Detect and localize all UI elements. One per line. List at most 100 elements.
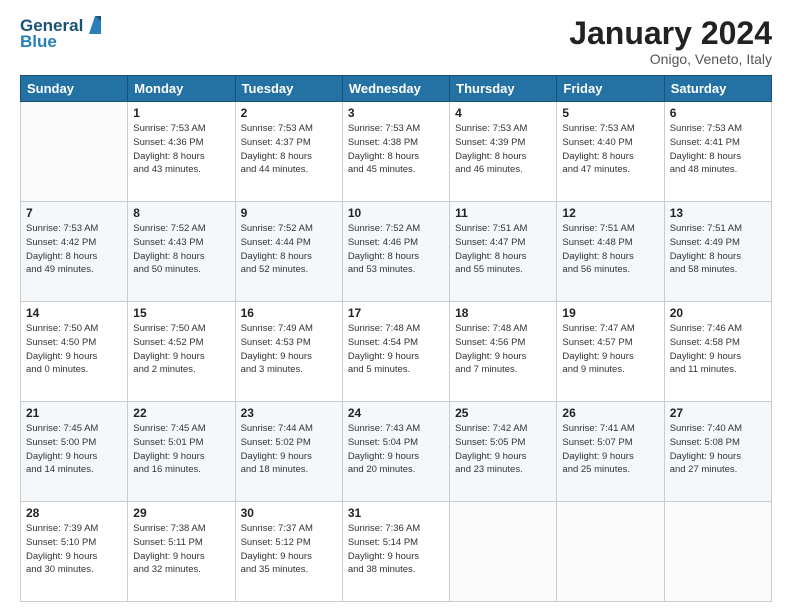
calendar-cell	[450, 502, 557, 602]
month-title: January 2024	[569, 16, 772, 51]
calendar-cell: 25 Sunrise: 7:42 AMSunset: 5:05 PMDayligh…	[450, 402, 557, 502]
day-number: 10	[348, 206, 444, 220]
day-number: 7	[26, 206, 122, 220]
day-info: Sunrise: 7:48 AMSunset: 4:56 PMDaylight:…	[455, 322, 551, 377]
logo: General Blue	[20, 16, 105, 52]
day-number: 21	[26, 406, 122, 420]
day-number: 23	[241, 406, 337, 420]
day-info: Sunrise: 7:53 AMSunset: 4:38 PMDaylight:…	[348, 122, 444, 177]
day-number: 5	[562, 106, 658, 120]
calendar-cell: 27 Sunrise: 7:40 AMSunset: 5:08 PMDayligh…	[664, 402, 771, 502]
week-row-2: 14 Sunrise: 7:50 AMSunset: 4:50 PMDayligh…	[21, 302, 772, 402]
day-info: Sunrise: 7:45 AMSunset: 5:00 PMDaylight:…	[26, 422, 122, 477]
calendar-cell	[21, 102, 128, 202]
day-number: 9	[241, 206, 337, 220]
day-number: 14	[26, 306, 122, 320]
day-number: 6	[670, 106, 766, 120]
calendar-cell: 1 Sunrise: 7:53 AMSunset: 4:36 PMDaylight…	[128, 102, 235, 202]
day-number: 19	[562, 306, 658, 320]
week-row-0: 1 Sunrise: 7:53 AMSunset: 4:36 PMDaylight…	[21, 102, 772, 202]
day-info: Sunrise: 7:48 AMSunset: 4:54 PMDaylight:…	[348, 322, 444, 377]
calendar-cell: 24 Sunrise: 7:43 AMSunset: 5:04 PMDayligh…	[342, 402, 449, 502]
calendar-cell: 12Sunrise: 7:51 AMSunset: 4:48 PMDayligh…	[557, 202, 664, 302]
day-number: 25	[455, 406, 551, 420]
logo-blue: Blue	[20, 32, 57, 52]
day-number: 24	[348, 406, 444, 420]
day-info: Sunrise: 7:40 AMSunset: 5:08 PMDaylight:…	[670, 422, 766, 477]
day-info: Sunrise: 7:46 AMSunset: 4:58 PMDaylight:…	[670, 322, 766, 377]
day-info: Sunrise: 7:41 AMSunset: 5:07 PMDaylight:…	[562, 422, 658, 477]
calendar-cell: 6 Sunrise: 7:53 AMSunset: 4:41 PMDaylight…	[664, 102, 771, 202]
day-number: 26	[562, 406, 658, 420]
day-number: 11	[455, 206, 551, 220]
week-row-1: 7 Sunrise: 7:53 AMSunset: 4:42 PMDaylight…	[21, 202, 772, 302]
day-number: 22	[133, 406, 229, 420]
calendar-cell: 16 Sunrise: 7:49 AMSunset: 4:53 PMDayligh…	[235, 302, 342, 402]
day-info: Sunrise: 7:37 AMSunset: 5:12 PMDaylight:…	[241, 522, 337, 577]
logo-triangle-icon	[85, 16, 105, 36]
calendar-cell: 9 Sunrise: 7:52 AMSunset: 4:44 PMDaylight…	[235, 202, 342, 302]
calendar-cell: 23 Sunrise: 7:44 AMSunset: 5:02 PMDayligh…	[235, 402, 342, 502]
calendar-cell: 28Sunrise: 7:39 AMSunset: 5:10 PMDayligh…	[21, 502, 128, 602]
day-info: Sunrise: 7:53 AMSunset: 4:36 PMDaylight:…	[133, 122, 229, 177]
calendar-cell: 31Sunrise: 7:36 AMSunset: 5:14 PMDayligh…	[342, 502, 449, 602]
day-info: Sunrise: 7:42 AMSunset: 5:05 PMDaylight:…	[455, 422, 551, 477]
calendar-cell: 7 Sunrise: 7:53 AMSunset: 4:42 PMDaylight…	[21, 202, 128, 302]
week-row-4: 28Sunrise: 7:39 AMSunset: 5:10 PMDayligh…	[21, 502, 772, 602]
day-info: Sunrise: 7:50 AMSunset: 4:50 PMDaylight:…	[26, 322, 122, 377]
day-info: Sunrise: 7:52 AMSunset: 4:44 PMDaylight:…	[241, 222, 337, 277]
day-info: Sunrise: 7:47 AMSunset: 4:57 PMDaylight:…	[562, 322, 658, 377]
calendar-cell: 26 Sunrise: 7:41 AMSunset: 5:07 PMDayligh…	[557, 402, 664, 502]
day-info: Sunrise: 7:44 AMSunset: 5:02 PMDaylight:…	[241, 422, 337, 477]
calendar-cell: 8 Sunrise: 7:52 AMSunset: 4:43 PMDaylight…	[128, 202, 235, 302]
day-number: 3	[348, 106, 444, 120]
logo-svg: General Blue	[20, 16, 105, 52]
day-info: Sunrise: 7:50 AMSunset: 4:52 PMDaylight:…	[133, 322, 229, 377]
calendar-table: Sunday Monday Tuesday Wednesday Thursday…	[20, 75, 772, 602]
calendar-cell: 29 Sunrise: 7:38 AMSunset: 5:11 PMDayligh…	[128, 502, 235, 602]
day-info: Sunrise: 7:53 AMSunset: 4:41 PMDaylight:…	[670, 122, 766, 177]
calendar-cell: 21 Sunrise: 7:45 AMSunset: 5:00 PMDayligh…	[21, 402, 128, 502]
day-info: Sunrise: 7:51 AMSunset: 4:47 PMDaylight:…	[455, 222, 551, 277]
day-info: Sunrise: 7:52 AMSunset: 4:43 PMDaylight:…	[133, 222, 229, 277]
header-sunday: Sunday	[21, 76, 128, 102]
day-info: Sunrise: 7:53 AMSunset: 4:40 PMDaylight:…	[562, 122, 658, 177]
location: Onigo, Veneto, Italy	[569, 51, 772, 67]
day-info: Sunrise: 7:51 AMSunset: 4:49 PMDaylight:…	[670, 222, 766, 277]
day-number: 28	[26, 506, 122, 520]
calendar-cell: 5 Sunrise: 7:53 AMSunset: 4:40 PMDaylight…	[557, 102, 664, 202]
day-number: 1	[133, 106, 229, 120]
calendar-cell: 30 Sunrise: 7:37 AMSunset: 5:12 PMDayligh…	[235, 502, 342, 602]
day-number: 17	[348, 306, 444, 320]
weekday-header-row: Sunday Monday Tuesday Wednesday Thursday…	[21, 76, 772, 102]
day-number: 20	[670, 306, 766, 320]
header-wednesday: Wednesday	[342, 76, 449, 102]
day-number: 18	[455, 306, 551, 320]
day-info: Sunrise: 7:43 AMSunset: 5:04 PMDaylight:…	[348, 422, 444, 477]
header-monday: Monday	[128, 76, 235, 102]
day-number: 8	[133, 206, 229, 220]
header-tuesday: Tuesday	[235, 76, 342, 102]
calendar-cell: 15 Sunrise: 7:50 AMSunset: 4:52 PMDayligh…	[128, 302, 235, 402]
calendar-cell: 17 Sunrise: 7:48 AMSunset: 4:54 PMDayligh…	[342, 302, 449, 402]
calendar-cell: 14 Sunrise: 7:50 AMSunset: 4:50 PMDayligh…	[21, 302, 128, 402]
day-number: 16	[241, 306, 337, 320]
day-info: Sunrise: 7:53 AMSunset: 4:37 PMDaylight:…	[241, 122, 337, 177]
day-number: 15	[133, 306, 229, 320]
header-saturday: Saturday	[664, 76, 771, 102]
day-number: 30	[241, 506, 337, 520]
week-row-3: 21 Sunrise: 7:45 AMSunset: 5:00 PMDayligh…	[21, 402, 772, 502]
day-number: 31	[348, 506, 444, 520]
calendar-cell: 10 Sunrise: 7:52 AMSunset: 4:46 PMDayligh…	[342, 202, 449, 302]
calendar-cell: 4Sunrise: 7:53 AMSunset: 4:39 PMDaylight…	[450, 102, 557, 202]
calendar-cell	[664, 502, 771, 602]
calendar-cell	[557, 502, 664, 602]
day-info: Sunrise: 7:38 AMSunset: 5:11 PMDaylight:…	[133, 522, 229, 577]
day-info: Sunrise: 7:49 AMSunset: 4:53 PMDaylight:…	[241, 322, 337, 377]
day-info: Sunrise: 7:52 AMSunset: 4:46 PMDaylight:…	[348, 222, 444, 277]
day-number: 27	[670, 406, 766, 420]
day-info: Sunrise: 7:53 AMSunset: 4:42 PMDaylight:…	[26, 222, 122, 277]
day-number: 29	[133, 506, 229, 520]
calendar-cell: 11 Sunrise: 7:51 AMSunset: 4:47 PMDayligh…	[450, 202, 557, 302]
calendar-cell: 22Sunrise: 7:45 AMSunset: 5:01 PMDayligh…	[128, 402, 235, 502]
